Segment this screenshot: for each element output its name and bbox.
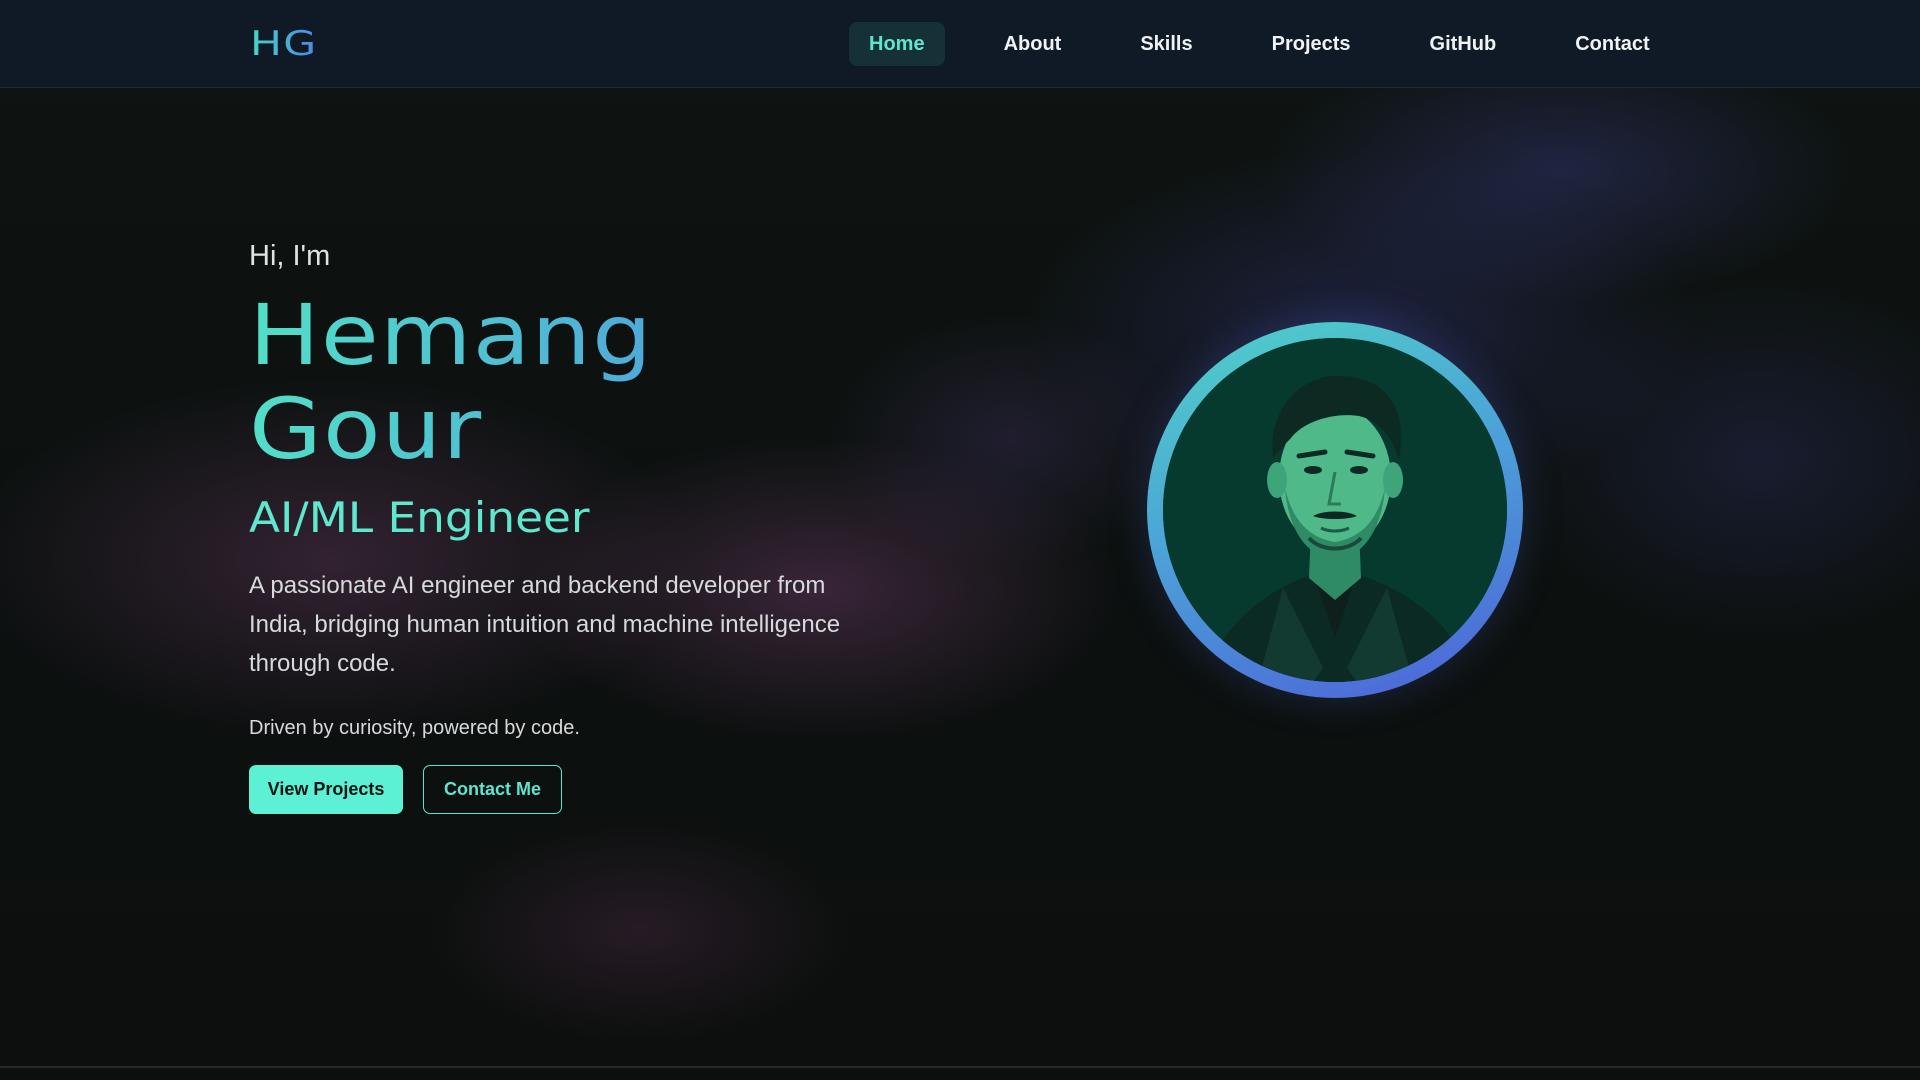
- hero-name-last: Gour: [249, 380, 483, 478]
- nav-link-contact[interactable]: Contact: [1555, 22, 1669, 66]
- nav-link-home[interactable]: Home: [849, 22, 945, 66]
- section-divider: [0, 1066, 1920, 1068]
- nav-link-projects[interactable]: Projects: [1252, 22, 1371, 66]
- avatar: [1163, 338, 1507, 682]
- hero-name-first: Hemang: [249, 286, 653, 384]
- hero-intro: Hi, I'm Hemang Gour AI/ML Engineer A pas…: [249, 236, 929, 814]
- nav-link-skills[interactable]: Skills: [1120, 22, 1212, 66]
- hero-tagline: Driven by curiosity, powered by code.: [249, 717, 580, 739]
- nav-links: Home About Skills Projects GitHub Contac…: [849, 22, 1670, 66]
- contact-me-button[interactable]: Contact Me: [423, 765, 562, 814]
- logo[interactable]: HG: [250, 24, 317, 64]
- view-projects-button[interactable]: View Projects: [249, 765, 403, 814]
- nav-link-github[interactable]: GitHub: [1410, 22, 1517, 66]
- portfolio-page: HG Home About Skills Projects GitHub Con…: [0, 0, 1920, 1080]
- avatar-ring: [1147, 322, 1523, 698]
- navbar: HG Home About Skills Projects GitHub Con…: [0, 0, 1920, 88]
- hero-description: A passionate AI engineer and backend dev…: [249, 572, 841, 677]
- nav-link-about[interactable]: About: [984, 22, 1082, 66]
- hero-buttons: View Projects Contact Me: [249, 765, 929, 814]
- hero-role: AI/ML Engineer: [249, 493, 590, 542]
- hero-greeting: Hi, I'm: [249, 240, 331, 272]
- hero-name: Hemang Gour: [249, 288, 876, 476]
- profile-portrait-icon: [1163, 338, 1507, 682]
